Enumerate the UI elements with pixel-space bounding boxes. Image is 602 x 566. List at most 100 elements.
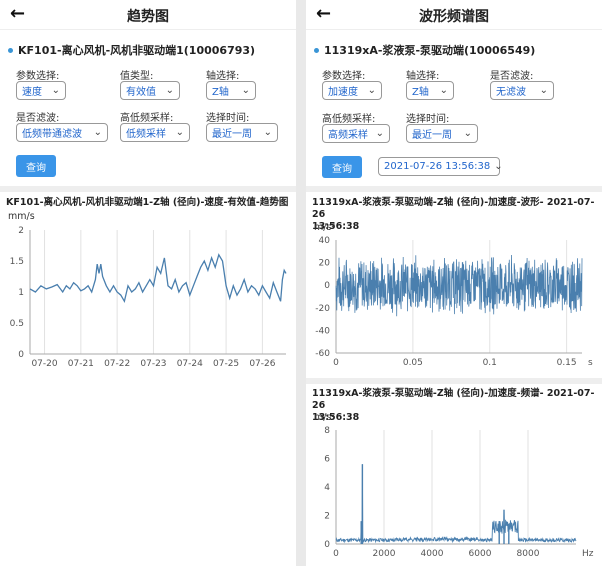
sampling-label: 高低频采样: [322,114,376,125]
chevron-down-icon: ⌄ [375,128,384,139]
param-value: 速度 [22,87,42,98]
bullet-icon [314,47,319,53]
x-tick-label: 07-21 [68,359,94,369]
chevron-down-icon: ⌄ [463,128,472,139]
sampling-select[interactable]: 低频采样 ⌄ [120,123,190,142]
valtype-select[interactable]: 有效值 ⌄ [120,81,180,100]
bullet-icon [8,47,13,53]
param-label: 参数选择: [322,71,366,82]
filter-select[interactable]: 无滤波 ⌄ [490,81,554,100]
chevron-down-icon: ⌄ [51,85,60,96]
axis-label: 轴选择: [406,71,440,82]
time-value: 最近一周 [212,129,252,140]
x-tick-label: 2000 [373,549,396,559]
axis-select[interactable]: Z轴 ⌄ [206,81,256,100]
datetime-value: 2021-07-26 13:56:38 [384,161,491,172]
chevron-down-icon: ⌄ [241,85,250,96]
y-tick-label: 2 [324,512,330,522]
sampling-label: 高低频采样: [120,113,174,124]
chevron-down-icon: ⌄ [175,127,184,138]
x-tick-label: 07-23 [140,359,166,369]
time-select[interactable]: 最近一周 ⌄ [206,123,278,142]
y-tick-label: 0 [18,350,24,360]
spectrum-title-line2: 13:56:38 [312,412,360,423]
axis-value: Z轴 [412,87,429,98]
chevron-down-icon: ⌄ [367,85,376,96]
waveform-series-line [335,254,583,317]
datetime-select[interactable]: 2021-07-26 13:56:38 ⌄ [378,157,503,176]
trend-chart: 07-20 07-21 07-22 07-23 07-24 07-25 07-26 0 0.5 1… [10,226,287,369]
sampling-value: 低频采样 [126,129,166,140]
x-tick-label: 07-20 [31,359,57,369]
time-label: 选择时间: [206,113,250,124]
chevron-down-icon: ⌄ [93,127,102,138]
x-tick-label: 0.05 [403,358,423,368]
sampling-select[interactable]: 高频采样 ⌄ [322,124,390,143]
valtype-value: 有效值 [126,87,156,98]
section-divider [0,186,296,192]
time-select[interactable]: 最近一周 ⌄ [406,124,478,143]
x-tick-label: 07-22 [104,359,130,369]
y-tick-label: 4 [324,483,330,493]
y-tick-label: 2 [18,226,24,236]
sampling-value: 高频采样 [328,130,368,141]
spectrum-chart-title: 11319xA-浆液泵-泵驱动端-Z轴 (径向)-加速度-频谱- 2021-07… [312,388,602,424]
trend-chart-unit: mm/s [8,211,35,222]
spectrum-series-line [335,464,577,544]
trend-header: ← 趋势图 [0,0,296,30]
y-tick-label: 1 [18,288,24,298]
waveform-unit: m/s² [314,222,336,233]
x-tick-label: 07-25 [213,359,239,369]
time-label: 选择时间: [406,114,450,125]
valtype-label: 值类型: [120,71,154,82]
y-tick-label: -40 [315,326,330,336]
filter-select[interactable]: 低频带通滤波 ⌄ [16,123,108,142]
param-select[interactable]: 加速度 ⌄ [322,81,382,100]
y-tick-label: -20 [315,304,330,314]
chevron-down-icon: ⌄ [439,85,448,96]
chevron-down-icon: ⌄ [539,85,548,96]
axis-select[interactable]: Z轴 ⌄ [406,81,454,100]
x-tick-label: 8000 [517,549,540,559]
filter-value: 无滤波 [496,87,526,98]
x-tick-label: 0 [333,358,339,368]
waveform-chart: 0 0.05 0.1 0.15 -60 -40 -20 0 20 40 s [315,236,593,368]
y-tick-label: 40 [319,236,331,246]
waveform-chart-title: 11319xA-浆液泵-泵驱动端-Z轴 (径向)-加速度-波形- 2021-07… [312,197,602,233]
device-label: KF101-离心风机-风机非驱动端1(10006793) [18,44,256,57]
device-name: 11319xA-浆液泵-泵驱动端(10006549) [314,42,535,58]
spectrum-unit: m/s² [314,412,336,423]
trend-panel: ← 趋势图 KF101-离心风机-风机非驱动端1(10006793) 参数选择:… [0,0,296,566]
device-name: KF101-离心风机-风机非驱动端1(10006793) [8,42,255,58]
waveform-title-line1: 11319xA-浆液泵-泵驱动端-Z轴 (径向)-加速度-波形- 2021-07… [312,197,595,220]
chevron-down-icon: ⌄ [165,85,174,96]
time-value: 最近一周 [412,130,452,141]
axis-label: 轴选择: [206,71,240,82]
x-tick-label: 6000 [469,549,492,559]
axis-value: Z轴 [212,87,229,98]
waveform-title-line2: 13:56:38 [312,221,360,232]
x-tick-label: 07-26 [249,359,275,369]
x-tick-label: 0 [333,549,339,559]
spectrum-title-line1: 11319xA-浆液泵-泵驱动端-Z轴 (径向)-加速度-频谱- 2021-07… [312,388,595,411]
page-title: 波形频谱图 [419,9,489,25]
page-title: 趋势图 [127,9,169,25]
param-select[interactable]: 速度 ⌄ [16,81,66,100]
y-tick-label: -60 [315,349,330,359]
y-tick-label: 1.5 [10,257,24,267]
param-value: 加速度 [328,87,358,98]
filter-label: 是否滤波: [490,71,534,82]
y-tick-label: 0 [324,540,330,550]
x-axis-label: s [588,358,593,368]
section-divider [306,378,602,384]
trend-chart-title: KF101-离心风机-风机非驱动端1-Z轴 (径向)-速度-有效值-趋势图 [6,197,289,208]
waveform-panel: ← 波形频谱图 11319xA-浆液泵-泵驱动端(10006549) 参数选择:… [306,0,602,566]
filter-value: 低频带通滤波 [22,129,82,140]
waveform-header: ← 波形频谱图 [306,0,602,30]
y-tick-label: 0.5 [10,319,24,329]
query-button[interactable]: 查询 [16,155,56,177]
x-tick-label: 0.1 [483,358,497,368]
query-button[interactable]: 查询 [322,156,362,178]
x-axis-label: Hz [582,549,594,559]
filter-label: 是否滤波: [16,113,60,124]
